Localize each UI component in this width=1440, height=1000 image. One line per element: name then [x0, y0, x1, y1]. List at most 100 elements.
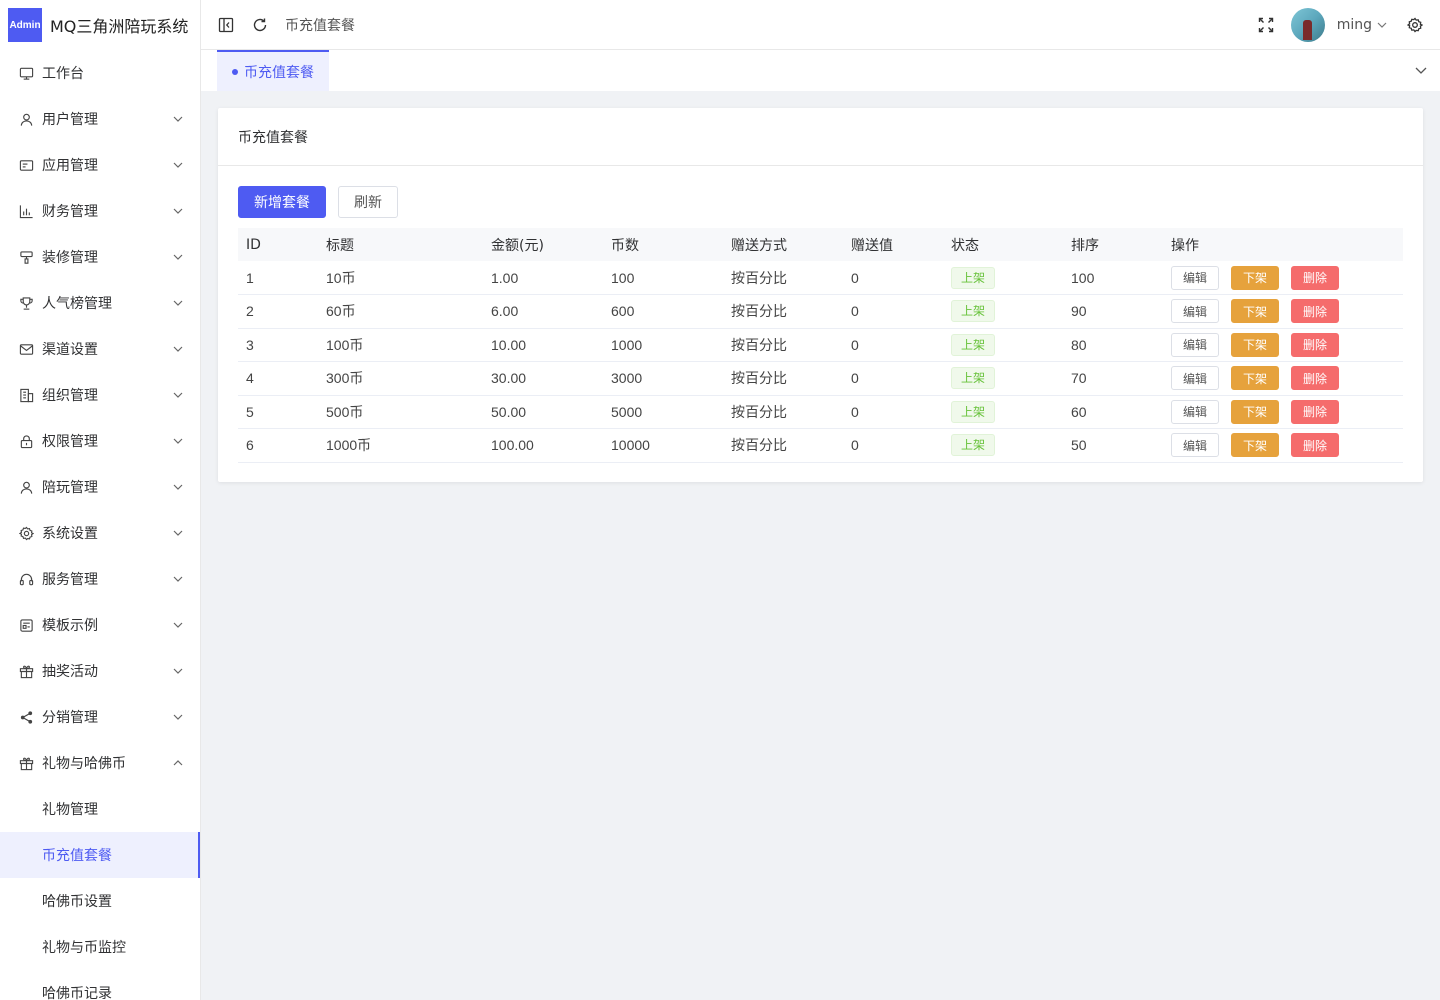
sidebar-subitem-3[interactable]: 礼物与币监控	[0, 924, 200, 970]
sidebar-item-9[interactable]: 陪玩管理	[0, 464, 200, 510]
app-card-icon	[18, 157, 34, 173]
cell-coins: 100	[611, 269, 635, 286]
column-header: 金额(元)	[491, 237, 544, 254]
edit-button[interactable]: 编辑	[1171, 433, 1219, 458]
sidebar-item-label: 财务管理	[42, 204, 98, 220]
refresh-button[interactable]: 刷新	[338, 186, 398, 218]
sidebar-item-12[interactable]: 模板示例	[0, 602, 200, 648]
sidebar-item-label: 礼物与哈佛币	[42, 756, 126, 772]
collapse-sidebar-icon[interactable]	[217, 16, 235, 34]
column-header: 状态	[951, 237, 979, 254]
gear-icon	[18, 525, 34, 541]
cell-coins: 10000	[611, 437, 650, 454]
refresh-icon[interactable]	[251, 16, 269, 34]
cell-status: 上架	[943, 328, 1063, 362]
edit-button[interactable]: 编辑	[1171, 299, 1219, 324]
unlist-button[interactable]: 下架	[1231, 399, 1279, 424]
cell-id: 4	[246, 370, 254, 387]
cell-title: 1000币	[326, 437, 372, 454]
sidebar-item-5[interactable]: 人气榜管理	[0, 280, 200, 326]
cell-title: 500币	[326, 403, 364, 420]
edit-button[interactable]: 编辑	[1171, 332, 1219, 357]
sidebar-item-label: 抽奖活动	[42, 664, 98, 680]
unlist-button[interactable]: 下架	[1231, 366, 1279, 391]
fullscreen-icon[interactable]	[1257, 16, 1275, 34]
chevron-down-icon	[172, 481, 184, 493]
logo-badge: Admin	[8, 8, 42, 42]
tabs-dropdown-icon[interactable]	[1414, 63, 1428, 77]
username[interactable]: ming	[1337, 17, 1372, 33]
delete-button[interactable]: 删除	[1291, 299, 1339, 324]
sidebar-item-label: 渠道设置	[42, 342, 98, 358]
sidebar-subitem-1[interactable]: 币充值套餐	[0, 832, 200, 878]
cell-gift-mode: 按百分比	[731, 370, 787, 387]
cell-gift-value: 0	[851, 437, 859, 454]
sidebar-item-15[interactable]: 礼物与哈佛币	[0, 740, 200, 786]
cell-actions: 编辑 下架 删除	[1163, 328, 1403, 362]
unlist-button[interactable]: 下架	[1231, 433, 1279, 458]
delete-button[interactable]: 删除	[1291, 332, 1339, 357]
table-row: 6 1000币 100.00 10000 按百分比 0 上架 50 编辑 下架 删除	[238, 429, 1403, 463]
sidebar-item-6[interactable]: 渠道设置	[0, 326, 200, 372]
tab-coin-packages[interactable]: 币充值套餐	[217, 50, 329, 91]
sidebar-item-3[interactable]: 财务管理	[0, 188, 200, 234]
unlist-button[interactable]: 下架	[1231, 299, 1279, 324]
sidebar-item-1[interactable]: 用户管理	[0, 96, 200, 142]
person-icon	[18, 479, 34, 495]
sidebar-subitem-0[interactable]: 礼物管理	[0, 786, 200, 832]
chevron-up-icon	[172, 757, 184, 769]
sidebar-subitem-4[interactable]: 哈佛币记录	[0, 970, 200, 1000]
delete-button[interactable]: 删除	[1291, 366, 1339, 391]
cell-status: 上架	[943, 261, 1063, 295]
sidebar-item-label: 系统设置	[42, 526, 98, 542]
sidebar-item-4[interactable]: 装修管理	[0, 234, 200, 280]
cell-status: 上架	[943, 429, 1063, 463]
edit-button[interactable]: 编辑	[1171, 366, 1219, 391]
sidebar-item-8[interactable]: 权限管理	[0, 418, 200, 464]
unlist-button[interactable]: 下架	[1231, 265, 1279, 290]
cell-gift-mode: 按百分比	[731, 269, 787, 286]
sidebar-item-2[interactable]: 应用管理	[0, 142, 200, 188]
chevron-down-icon[interactable]	[1376, 19, 1388, 31]
active-dot	[232, 68, 238, 75]
column-header: 赠送值	[851, 237, 893, 254]
sidebar-item-7[interactable]: 组织管理	[0, 372, 200, 418]
chevron-down-icon	[172, 435, 184, 447]
sidebar-item-13[interactable]: 抽奖活动	[0, 648, 200, 694]
chevron-down-icon	[172, 573, 184, 585]
cell-amount: 10.00	[491, 336, 527, 353]
cell-gift-mode: 按百分比	[731, 403, 787, 420]
cell-title: 100币	[326, 336, 364, 353]
cell-gift-value: 0	[851, 370, 859, 387]
delete-button[interactable]: 删除	[1291, 433, 1339, 458]
sidebar-item-0[interactable]: 工作台	[0, 50, 200, 96]
sidebar-item-11[interactable]: 服务管理	[0, 556, 200, 602]
status-badge: 上架	[951, 434, 996, 457]
chevron-down-icon	[172, 619, 184, 631]
brush-icon	[18, 249, 34, 265]
cell-actions: 编辑 下架 删除	[1163, 429, 1403, 463]
sidebar-subitem-2[interactable]: 哈佛币设置	[0, 878, 200, 924]
gift-icon	[18, 755, 34, 771]
cell-actions: 编辑 下架 删除	[1163, 395, 1403, 429]
avatar[interactable]	[1290, 7, 1325, 42]
edit-button[interactable]: 编辑	[1171, 399, 1219, 424]
table-header-row: ID 标题 金额(元) 币数 赠送方式 赠送值 状态 排序 操作	[238, 228, 1403, 261]
chevron-down-icon	[172, 389, 184, 401]
add-package-button[interactable]: 新增套餐	[238, 186, 326, 218]
logo[interactable]: Admin MQ三角洲陪玩系统	[0, 0, 200, 50]
status-badge: 上架	[951, 266, 996, 289]
gear-icon[interactable]	[1406, 16, 1424, 34]
sidebar-item-10[interactable]: 系统设置	[0, 510, 200, 556]
delete-button[interactable]: 删除	[1291, 265, 1339, 290]
delete-button[interactable]: 删除	[1291, 399, 1339, 424]
cell-title: 10币	[326, 269, 356, 286]
unlist-button[interactable]: 下架	[1231, 332, 1279, 357]
chevron-down-icon	[172, 251, 184, 263]
chevron-down-icon	[172, 711, 184, 723]
cell-id: 2	[246, 303, 254, 320]
cell-status: 上架	[943, 362, 1063, 396]
edit-button[interactable]: 编辑	[1171, 265, 1219, 290]
sidebar-item-label: 服务管理	[42, 572, 98, 588]
sidebar-item-14[interactable]: 分销管理	[0, 694, 200, 740]
